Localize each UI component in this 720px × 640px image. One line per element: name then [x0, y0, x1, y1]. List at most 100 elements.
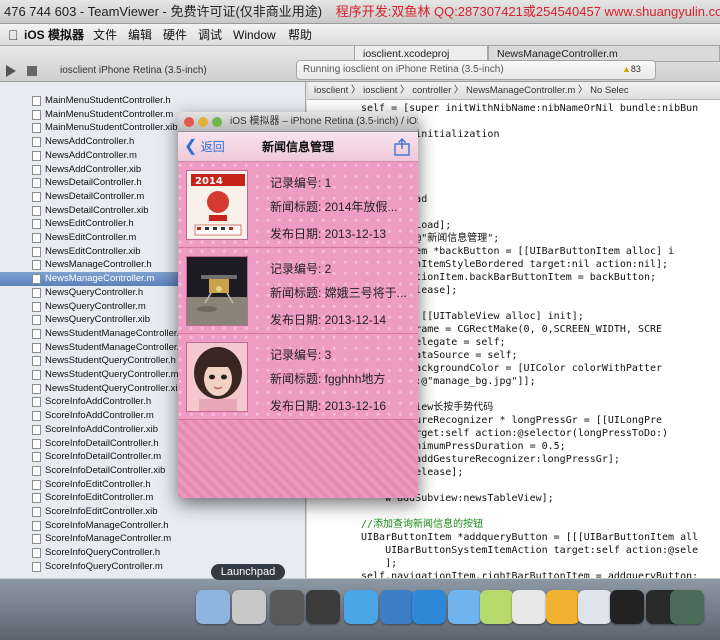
table-row[interactable]: 记录编号: 2 新闻标题: 嫦娥三号将于... 发布日期: 2013-12-14 [178, 248, 418, 334]
penguin-icon[interactable] [610, 590, 644, 624]
share-icon[interactable] [394, 138, 410, 156]
file-name: ScoreInfoAddController.m [45, 410, 154, 422]
file-name: NewsAddController.h [45, 136, 135, 148]
file-name: NewsQueryController.m [45, 300, 146, 312]
file-item[interactable]: MainMenuStudentController.h [0, 94, 305, 108]
file-name: ScoreInfoEditController.m [45, 492, 154, 504]
launchpad-icon[interactable] [232, 590, 266, 624]
table-row[interactable]: 记录编号: 3 新闻标题: fgghhh地方 发布日期: 2013-12-16 [178, 334, 418, 420]
photo-icon[interactable] [306, 590, 340, 624]
calendar-2014-thumbnail: 2014 [186, 170, 248, 240]
zoom-icon[interactable] [212, 117, 222, 127]
source-file-icon [32, 534, 41, 545]
record-date: 发布日期: 2013-12-13 [270, 227, 387, 241]
safari-icon[interactable] [448, 590, 482, 624]
teamviewer-title: 476 744 603 - TeamViewer - 免费许可证(仅非商业用途) [4, 4, 323, 19]
finder-icon[interactable] [196, 590, 230, 624]
warning-count-label: 83 [630, 64, 641, 74]
source-file-icon [32, 465, 41, 476]
file-name: ScoreInfoQueryController.m [45, 560, 163, 572]
music-icon[interactable] [480, 590, 514, 624]
file-name: NewsManageController.h [45, 259, 152, 271]
menu-bar:  iOS 模拟器 文件 编辑 硬件 调试 Window 帮助 [0, 24, 720, 46]
file-name: NewsEditController.h [45, 218, 134, 230]
source-file-icon [32, 96, 41, 106]
source-file-icon [32, 287, 41, 298]
file-name: ScoreInfoAddController.h [45, 396, 152, 408]
source-file-icon [32, 356, 41, 367]
jump-bar-path[interactable]: iosclient 〉 iosclient 〉 controller 〉 New… [308, 85, 629, 96]
source-file-icon [32, 274, 41, 285]
source-file-icon [32, 150, 41, 161]
record-id: 记录编号: 3 [270, 348, 332, 362]
maps-icon[interactable] [512, 590, 546, 624]
record-date: 发布日期: 2013-12-14 [270, 313, 387, 327]
menu-file[interactable]: 文件 [93, 24, 117, 46]
source-file-icon [32, 411, 41, 422]
close-icon[interactable] [184, 117, 194, 127]
ios-simulator-window: iOS 模拟器 – iPhone Retina (3.5-inch) / iOS… [178, 112, 418, 498]
source-file-icon [32, 493, 41, 504]
teamviewer-icon[interactable] [380, 590, 414, 624]
menu-window[interactable]: Window [233, 24, 276, 46]
apple-icon[interactable]:  [8, 24, 19, 46]
file-name: NewsStudentQueryController.h [45, 355, 176, 367]
source-file-icon [32, 561, 41, 572]
app-store-icon[interactable] [412, 590, 446, 624]
menu-hardware[interactable]: 硬件 [163, 24, 187, 46]
back-label: 返回 [200, 140, 225, 154]
warning-count[interactable]: ▲83 [622, 62, 650, 76]
file-item[interactable]: ScoreInfoEditController.xib [0, 505, 305, 519]
record-date: 发布日期: 2013-12-16 [270, 399, 387, 413]
file-name: NewsEditController.m [45, 232, 137, 243]
scheme-selector[interactable]: iosclient iPhone Retina (3.5-inch) [60, 62, 290, 80]
file-name: MainMenuStudentController.h [45, 95, 171, 106]
xcode-icon[interactable] [270, 590, 304, 624]
safari-compass-icon[interactable] [578, 590, 612, 624]
minimize-icon[interactable] [198, 117, 208, 127]
stop-icon[interactable] [26, 65, 38, 77]
source-file-icon [32, 233, 41, 243]
file-name: NewsStudentQueryController.xib [45, 382, 183, 394]
menu-ios-simulator[interactable]: iOS 模拟器 [24, 24, 84, 46]
source-file-icon [32, 109, 41, 120]
code-line: self.navigationItem.rightBarButtonItem =… [361, 571, 699, 578]
menu-edit[interactable]: 编辑 [128, 24, 152, 46]
file-item[interactable]: ScoreInfoQueryController.h [0, 546, 305, 560]
file-name: ScoreInfoEditController.h [45, 478, 151, 490]
file-name: ScoreInfoDetailController.h [45, 437, 159, 449]
monitor-icon[interactable] [670, 590, 704, 624]
record-title: 新闻标题: 2014年放假... [270, 200, 398, 214]
source-file-icon [32, 301, 41, 312]
source-file-icon [32, 370, 41, 380]
file-name: NewsAddController.xib [45, 163, 142, 175]
run-icon[interactable] [4, 64, 18, 78]
file-name: NewsStudentManageController.m [45, 341, 188, 353]
file-item[interactable]: ScoreInfoManageController.m [0, 532, 305, 546]
code-line: UIBarButtonItem *addqueryButton = [[[UIB… [361, 532, 699, 543]
source-file-icon [32, 397, 41, 408]
qq-icon[interactable] [344, 590, 378, 624]
svg-text:2014: 2014 [195, 176, 223, 187]
record-id: 记录编号: 2 [270, 262, 332, 276]
source-file-icon [32, 137, 41, 148]
file-item[interactable]: ScoreInfoManageController.h [0, 519, 305, 533]
code-line: //添加查询新闻信息的按钮 [361, 519, 484, 530]
menu-debug[interactable]: 调试 [198, 24, 222, 46]
network-icon[interactable] [546, 590, 580, 624]
menu-help[interactable]: 帮助 [288, 24, 312, 46]
code-line: UIBarButtonSystemItemAction target:self … [361, 545, 699, 556]
back-button[interactable]: ❮ 返回 [184, 132, 225, 162]
file-name: NewsStudentQueryController.m [45, 369, 179, 380]
source-file-icon [32, 452, 41, 463]
file-name: ScoreInfoManageController.m [45, 533, 172, 545]
source-file-icon [32, 507, 41, 517]
source-file-icon [32, 164, 41, 175]
source-file-icon [32, 424, 41, 435]
source-file-icon [32, 383, 41, 394]
table-row[interactable]: 2014 记录编号: 1 新闻标题: 2014年放假... 发布日期: 2013… [178, 162, 418, 248]
file-name: ScoreInfoDetailController.xib [45, 464, 166, 476]
jump-bar[interactable]: iosclient 〉 iosclient 〉 controller 〉 New… [308, 82, 720, 100]
file-name: MainMenuStudentController.m [45, 108, 174, 120]
